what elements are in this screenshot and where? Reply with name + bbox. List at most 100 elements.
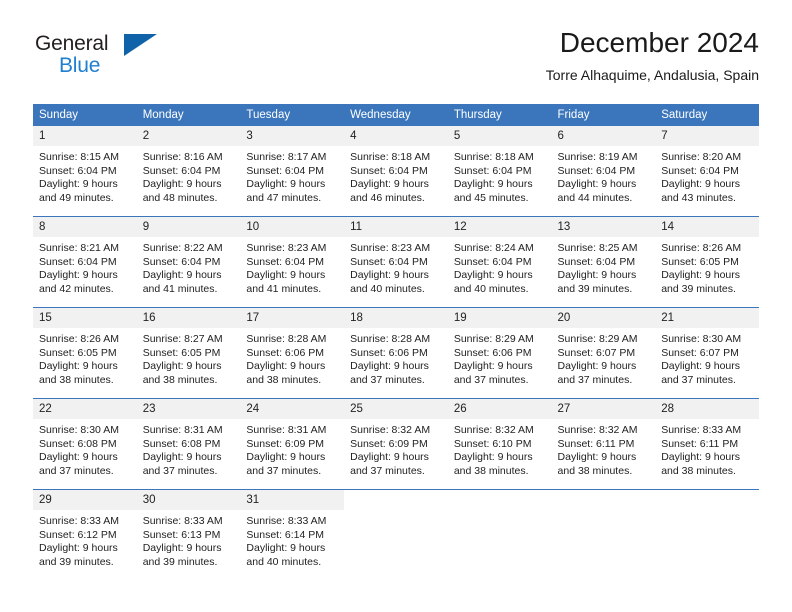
daylight-text-line2: and 39 minutes.: [661, 282, 736, 295]
calendar-day-cell[interactable]: 21 Sunrise: 8:30 AM Sunset: 6:07 PM Dayligh…: [655, 307, 759, 399]
day-details: Sunrise: 8:16 AM Sunset: 6:04 PM Daylight:…: [136, 146, 241, 213]
sunrise-text: Sunrise: 8:25 AM: [557, 242, 638, 254]
sunset-text: Sunset: 6:06 PM: [350, 346, 428, 359]
day-number: 10: [240, 217, 345, 237]
day-details: Sunrise: 8:26 AM Sunset: 6:05 PM Daylight:…: [655, 237, 759, 304]
weekday-header-wednesday: Wednesday: [344, 104, 448, 126]
sunset-text: Sunset: 6:04 PM: [350, 164, 428, 177]
calendar-day-cell[interactable]: 6 Sunrise: 8:19 AM Sunset: 6:04 PM Daylight…: [551, 126, 656, 217]
calendar-day-cell[interactable]: 31 Sunrise: 8:33 AM Sunset: 6:14 PM Dayligh…: [240, 489, 345, 580]
daylight-text-line1: Daylight: 9 hours: [661, 269, 741, 282]
daylight-text-line2: and 38 minutes.: [246, 373, 322, 386]
sunrise-text: Sunrise: 8:33 AM: [661, 424, 742, 436]
day-number: 17: [240, 308, 345, 328]
daylight-text-line1: Daylight: 9 hours: [39, 178, 118, 191]
calendar-day-cell[interactable]: 22 Sunrise: 8:30 AM Sunset: 6:08 PM Dayligh…: [33, 398, 137, 490]
calendar-day-cell[interactable]: 11 Sunrise: 8:23 AM Sunset: 6:04 PM Dayligh…: [344, 216, 448, 308]
page-title: December 2024: [559, 27, 759, 58]
day-details: Sunrise: 8:18 AM Sunset: 6:04 PM Daylight:…: [447, 146, 552, 213]
sunset-text: Sunset: 6:04 PM: [453, 255, 532, 268]
calendar-day-cell[interactable]: 25 Sunrise: 8:32 AM Sunset: 6:09 PM Dayligh…: [344, 398, 448, 490]
sunrise-text: Sunrise: 8:29 AM: [557, 333, 638, 345]
weekday-header-saturday: Saturday: [655, 104, 759, 126]
sunset-text: Sunset: 6:04 PM: [39, 164, 117, 177]
calendar-day-cell[interactable]: 13 Sunrise: 8:25 AM Sunset: 6:04 PM Dayligh…: [551, 216, 656, 308]
daylight-text-line1: Daylight: 9 hours: [350, 178, 429, 191]
sunset-text: Sunset: 6:10 PM: [453, 437, 532, 450]
sunrise-text: Sunrise: 8:18 AM: [453, 151, 534, 163]
day-number: 12: [447, 217, 552, 237]
calendar-day-cell[interactable]: 3 Sunrise: 8:17 AM Sunset: 6:04 PM Daylight…: [240, 126, 345, 217]
day-details: Sunrise: 8:31 AM Sunset: 6:08 PM Daylight:…: [136, 419, 241, 486]
calendar-day-cell[interactable]: 7 Sunrise: 8:20 AM Sunset: 6:04 PM Daylight…: [655, 126, 759, 217]
daylight-text-line2: and 37 minutes.: [350, 373, 425, 386]
day-number: [551, 490, 656, 510]
page-subtitle: Torre Alhaquime, Andalusia, Spain: [545, 67, 759, 83]
daylight-text-line2: and 41 minutes.: [142, 282, 218, 295]
calendar-day-cell[interactable]: 17 Sunrise: 8:28 AM Sunset: 6:06 PM Dayligh…: [240, 307, 345, 399]
calendar-day-cell[interactable]: 2 Sunrise: 8:16 AM Sunset: 6:04 PM Daylight…: [136, 126, 241, 217]
sunrise-text: Sunrise: 8:23 AM: [246, 242, 327, 254]
sunrise-text: Sunrise: 8:33 AM: [142, 515, 223, 527]
day-number: 21: [655, 308, 759, 328]
daylight-text-line1: Daylight: 9 hours: [661, 451, 741, 464]
sunset-text: Sunset: 6:07 PM: [557, 346, 636, 359]
page-header: General Blue December 2024 Torre Alhaqui…: [33, 26, 759, 96]
sunrise-text: Sunrise: 8:33 AM: [246, 515, 327, 527]
day-number: 16: [136, 308, 241, 328]
calendar-day-cell[interactable]: 26 Sunrise: 8:32 AM Sunset: 6:10 PM Dayligh…: [447, 398, 552, 490]
daylight-text-line2: and 41 minutes.: [246, 282, 322, 295]
calendar-day-cell[interactable]: 10 Sunrise: 8:23 AM Sunset: 6:04 PM Dayligh…: [240, 216, 345, 308]
weekday-header-tuesday: Tuesday: [240, 104, 345, 126]
daylight-text-line1: Daylight: 9 hours: [453, 178, 533, 191]
day-number: 11: [344, 217, 448, 237]
calendar-day-cell-empty: [344, 489, 448, 580]
calendar-day-cell[interactable]: 16 Sunrise: 8:27 AM Sunset: 6:05 PM Dayligh…: [136, 307, 241, 399]
daylight-text-line1: Daylight: 9 hours: [39, 360, 118, 373]
calendar-day-cell[interactable]: 12 Sunrise: 8:24 AM Sunset: 6:04 PM Dayligh…: [447, 216, 552, 308]
sunset-text: Sunset: 6:04 PM: [142, 255, 221, 268]
calendar-day-cell[interactable]: 30 Sunrise: 8:33 AM Sunset: 6:13 PM Dayligh…: [136, 489, 241, 580]
calendar-day-cell[interactable]: 28 Sunrise: 8:33 AM Sunset: 6:11 PM Dayligh…: [655, 398, 759, 490]
calendar-day-cell[interactable]: 20 Sunrise: 8:29 AM Sunset: 6:07 PM Dayligh…: [551, 307, 656, 399]
calendar-day-cell[interactable]: 5 Sunrise: 8:18 AM Sunset: 6:04 PM Daylight…: [447, 126, 552, 217]
day-details: Sunrise: 8:31 AM Sunset: 6:09 PM Daylight:…: [240, 419, 345, 486]
sunrise-text: Sunrise: 8:20 AM: [661, 151, 742, 163]
calendar-day-cell[interactable]: 15 Sunrise: 8:26 AM Sunset: 6:05 PM Dayligh…: [33, 307, 137, 399]
calendar-day-cell[interactable]: 23 Sunrise: 8:31 AM Sunset: 6:08 PM Dayligh…: [136, 398, 241, 490]
calendar-day-cell[interactable]: 8 Sunrise: 8:21 AM Sunset: 6:04 PM Daylight…: [33, 216, 137, 308]
daylight-text-line1: Daylight: 9 hours: [350, 269, 429, 282]
daylight-text-line1: Daylight: 9 hours: [453, 451, 533, 464]
sunset-text: Sunset: 6:11 PM: [661, 437, 739, 450]
calendar-day-cell[interactable]: 29 Sunrise: 8:33 AM Sunset: 6:12 PM Dayligh…: [33, 489, 137, 580]
sunrise-text: Sunrise: 8:32 AM: [350, 424, 431, 436]
day-details: Sunrise: 8:28 AM Sunset: 6:06 PM Daylight:…: [344, 328, 448, 395]
calendar-day-cell[interactable]: 9 Sunrise: 8:22 AM Sunset: 6:04 PM Daylight…: [136, 216, 241, 308]
sunrise-text: Sunrise: 8:29 AM: [453, 333, 534, 345]
day-number: 7: [655, 126, 759, 146]
daylight-text-line2: and 43 minutes.: [661, 191, 736, 204]
calendar-day-cell[interactable]: 27 Sunrise: 8:32 AM Sunset: 6:11 PM Dayligh…: [551, 398, 656, 490]
daylight-text-line1: Daylight: 9 hours: [39, 542, 118, 555]
day-number: 22: [33, 399, 137, 419]
daylight-text-line1: Daylight: 9 hours: [142, 360, 222, 373]
sunset-text: Sunset: 6:08 PM: [39, 437, 117, 450]
day-details: Sunrise: 8:29 AM Sunset: 6:07 PM Daylight:…: [551, 328, 656, 395]
calendar-day-cell[interactable]: 24 Sunrise: 8:31 AM Sunset: 6:09 PM Dayligh…: [240, 398, 345, 490]
calendar-day-cell[interactable]: 4 Sunrise: 8:18 AM Sunset: 6:04 PM Daylight…: [344, 126, 448, 217]
calendar-day-cell[interactable]: 18 Sunrise: 8:28 AM Sunset: 6:06 PM Dayligh…: [344, 307, 448, 399]
calendar-day-cell-empty: [655, 489, 759, 580]
day-details: Sunrise: 8:27 AM Sunset: 6:05 PM Daylight:…: [136, 328, 241, 395]
daylight-text-line1: Daylight: 9 hours: [661, 360, 741, 373]
calendar-day-cell[interactable]: 19 Sunrise: 8:29 AM Sunset: 6:06 PM Dayligh…: [447, 307, 552, 399]
day-number: 4: [344, 126, 448, 146]
day-details: [447, 510, 552, 577]
daylight-text-line2: and 37 minutes.: [557, 373, 633, 386]
daylight-text-line1: Daylight: 9 hours: [39, 269, 118, 282]
calendar-day-cell[interactable]: 14 Sunrise: 8:26 AM Sunset: 6:05 PM Dayligh…: [655, 216, 759, 308]
day-number: 13: [551, 217, 656, 237]
daylight-text-line1: Daylight: 9 hours: [453, 360, 533, 373]
calendar-day-cell[interactable]: 1 Sunrise: 8:15 AM Sunset: 6:04 PM Daylight…: [33, 126, 137, 217]
sunrise-text: Sunrise: 8:26 AM: [39, 333, 119, 345]
daylight-text-line1: Daylight: 9 hours: [661, 178, 741, 191]
